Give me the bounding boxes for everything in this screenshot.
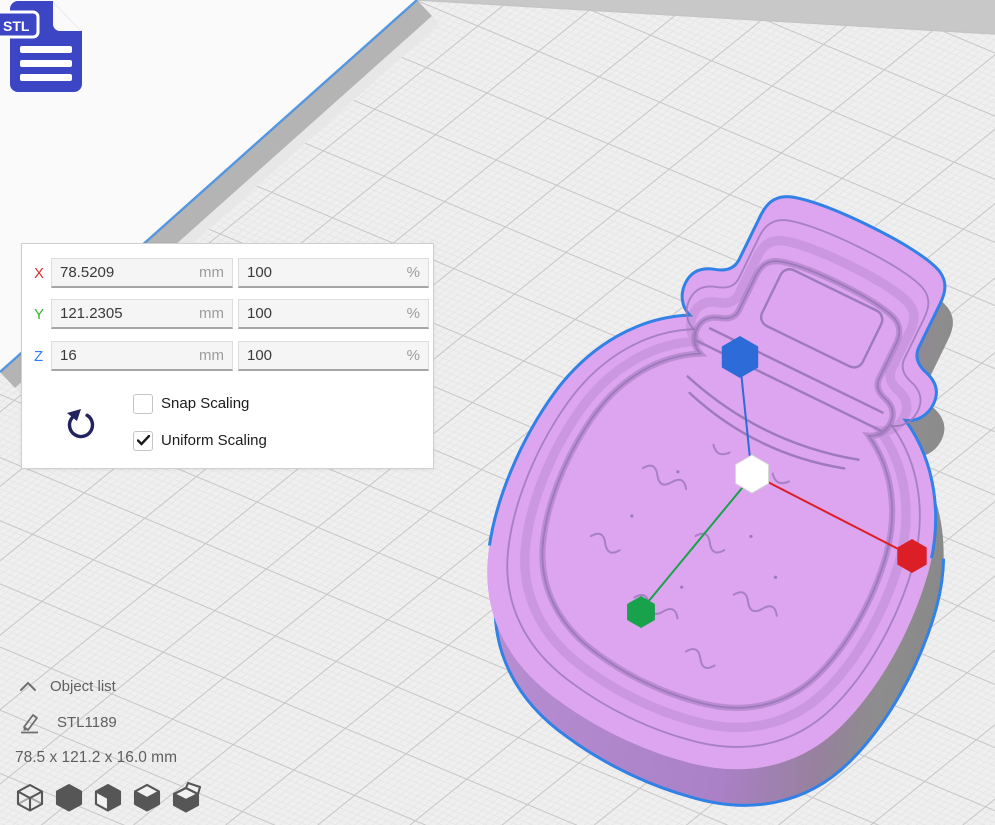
scale-row-z: Z mm % [22,341,433,371]
checkmark-icon [137,435,150,446]
object-list-item[interactable]: STL1189 [57,714,117,731]
scale-z-percent-input[interactable] [239,342,428,369]
snap-scaling-label: Snap Scaling [161,395,249,412]
scale-row-x: X mm % [22,258,433,288]
uniform-scaling-checkbox[interactable] [133,431,153,451]
cube-top-face-icon[interactable] [131,782,162,815]
uniform-scaling-label: Uniform Scaling [161,432,267,449]
application-window: STL X mm % Y mm % [0,0,995,825]
scale-x-mm-input[interactable] [52,259,232,286]
reset-arrow-icon [64,404,100,442]
svg-text:STL: STL [3,18,30,34]
pencil-icon [18,711,42,735]
object-list-title[interactable]: Object list [50,678,116,695]
reset-scale-button[interactable] [63,404,101,444]
scale-y-percent-input[interactable] [239,300,428,327]
scale-x-percent-input[interactable] [239,259,428,286]
scale-y-mm-input[interactable] [52,300,232,327]
cube-wireframe-icon[interactable] [14,782,45,815]
cube-open-lid-icon[interactable] [170,782,201,815]
z-axis-label: Z [34,348,43,365]
y-axis-label: Y [34,306,44,323]
snap-scaling-row: Snap Scaling [133,393,249,414]
uniform-scaling-row: Uniform Scaling [133,430,267,451]
stl-file-logo: STL [0,0,100,100]
stl-badge: STL [0,12,38,37]
scale-row-y: Y mm % [22,299,433,329]
view-toolbar [14,782,201,815]
scale-z-mm-input[interactable] [52,342,232,369]
scale-tool-panel: X mm % Y mm % Z mm [21,243,434,469]
cube-front-face-icon[interactable] [92,782,123,815]
x-axis-label: X [34,265,44,282]
cube-solid-icon[interactable] [53,782,84,815]
model-dimensions: 78.5 x 121.2 x 16.0 mm [15,749,177,767]
snap-scaling-checkbox[interactable] [133,394,153,414]
collapse-caret-icon[interactable] [19,681,37,693]
